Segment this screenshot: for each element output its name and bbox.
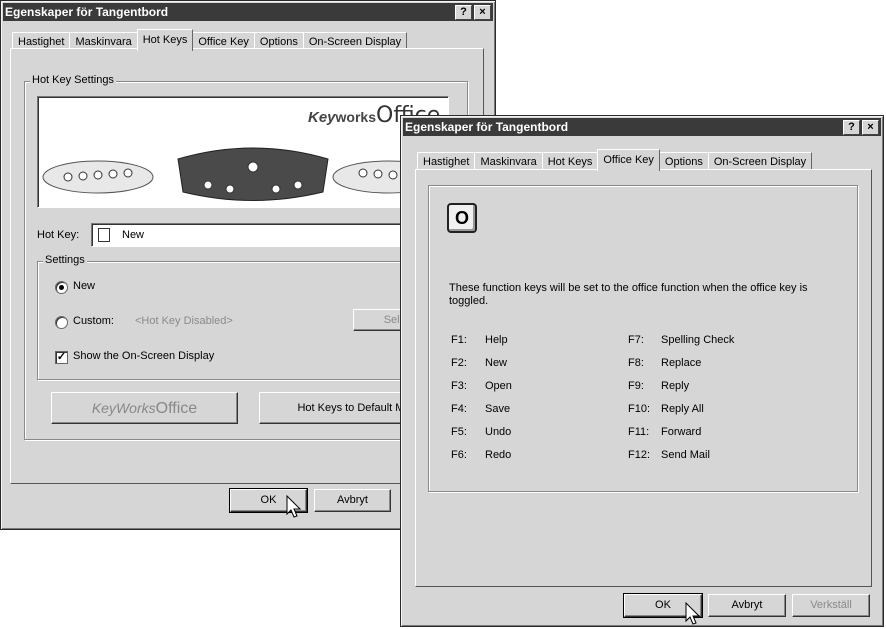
keyboard-key bbox=[373, 169, 383, 179]
keyworks-works-text: Works bbox=[115, 400, 156, 416]
keyboard-key bbox=[108, 169, 118, 179]
close-button[interactable]: × bbox=[862, 120, 879, 135]
hot-key-value: New bbox=[122, 229, 145, 241]
fkey-action: Redo bbox=[485, 449, 512, 461]
keyworks-key-text: Key bbox=[91, 400, 116, 416]
keyboard-banner-image: KeyworksOffice bbox=[37, 96, 449, 208]
fkey-key: F3: bbox=[451, 380, 467, 392]
show-osd-checkbox[interactable]: ✓ bbox=[55, 351, 68, 364]
hot-key-field[interactable]: New bbox=[91, 223, 449, 247]
show-osd-label: Show the On-Screen Display bbox=[73, 350, 215, 362]
back-ok-label: OK bbox=[260, 494, 277, 506]
front-window-title: Egenskaper för Tangentbord bbox=[405, 120, 569, 134]
back-cancel-label: Avbryt bbox=[337, 494, 368, 506]
front-apply-label: Verkställ bbox=[810, 599, 852, 611]
front-apply-button[interactable]: Verkställ bbox=[792, 594, 870, 617]
radio-custom[interactable] bbox=[55, 316, 68, 329]
fkey-action: Replace bbox=[661, 357, 702, 369]
fkey-key: F6: bbox=[451, 449, 467, 461]
keyboard-key bbox=[271, 184, 281, 194]
keyboard-key bbox=[123, 168, 133, 178]
fkey-key: F12: bbox=[628, 449, 651, 461]
mouse-cursor-icon bbox=[286, 495, 302, 518]
office-key-icon: O bbox=[447, 203, 477, 233]
close-button[interactable]: × bbox=[474, 5, 491, 20]
back-cancel-button[interactable]: Avbryt bbox=[314, 489, 391, 512]
keyworks-office-text: ffice bbox=[168, 400, 198, 417]
keyboard-key bbox=[358, 168, 368, 178]
office-key-glyph: O bbox=[454, 208, 469, 228]
fkey-key: F5: bbox=[451, 426, 467, 438]
help-button[interactable]: ? bbox=[455, 5, 472, 20]
fkey-action: Forward bbox=[661, 426, 702, 438]
custom-hot-key-value: <Hot Key Disabled> bbox=[135, 315, 233, 327]
keyboard-key bbox=[225, 184, 235, 194]
keyboard-center-panel bbox=[177, 147, 329, 201]
fkey-key: F4: bbox=[451, 403, 467, 415]
radio-custom-label: Custom: bbox=[73, 315, 114, 327]
help-button[interactable]: ? bbox=[843, 120, 860, 135]
fkey-key: F2: bbox=[451, 357, 467, 369]
fkey-key: F1: bbox=[451, 334, 467, 346]
back-tab-strip: Hastighet Maskinvara Hot Keys Office Key… bbox=[12, 28, 408, 51]
fkey-action: Send Mail bbox=[661, 449, 710, 461]
keyboard-key bbox=[63, 172, 73, 182]
front-ok-label: OK bbox=[655, 599, 671, 611]
keyboard-key bbox=[293, 180, 303, 190]
fkey-key: F11: bbox=[628, 426, 650, 438]
radio-new[interactable] bbox=[55, 281, 68, 294]
fkey-action: Help bbox=[485, 334, 508, 346]
office-key-description: These function keys will be set to the o… bbox=[449, 282, 808, 307]
fkey-key: F7: bbox=[628, 334, 644, 346]
front-dialog-window: Egenskaper för Tangentbord ? × Hastighet… bbox=[400, 115, 884, 627]
keyboard-illustration bbox=[42, 147, 444, 201]
tab-hot-keys[interactable]: Hot Keys bbox=[136, 29, 194, 51]
fkey-key: F9: bbox=[628, 380, 644, 392]
keyworks-o-glyph: O bbox=[155, 400, 169, 417]
keyboard-key bbox=[203, 180, 213, 190]
fkey-action: Reply bbox=[661, 380, 690, 392]
front-tab-panel: O These function keys will be set to the… bbox=[415, 169, 872, 587]
fkey-key: F8: bbox=[628, 357, 644, 369]
back-title-bar[interactable]: Egenskaper för Tangentbord ? × bbox=[3, 3, 493, 21]
hot-keys-default-mode-label: Hot Keys to Default Mo bbox=[297, 402, 411, 414]
fkey-action: Save bbox=[485, 403, 511, 415]
keyworks-office-button[interactable]: KeyWorksOffice bbox=[51, 392, 238, 424]
mouse-cursor-icon bbox=[685, 602, 701, 625]
front-cancel-label: Avbryt bbox=[731, 599, 763, 611]
back-window-title: Egenskaper för Tangentbord bbox=[5, 5, 169, 19]
fkey-action: Spelling Check bbox=[661, 334, 735, 346]
hot-key-label: Hot Key: bbox=[37, 229, 80, 241]
keyboard-key bbox=[93, 170, 103, 180]
fkey-action: New bbox=[485, 357, 508, 369]
document-icon bbox=[98, 228, 110, 242]
tab-office-key[interactable]: Office Key bbox=[597, 149, 660, 171]
front-title-bar[interactable]: Egenskaper för Tangentbord ? × bbox=[403, 118, 881, 136]
settings-label: Settings bbox=[43, 254, 87, 266]
radio-new-label: New bbox=[73, 280, 96, 292]
keyboard-key bbox=[247, 161, 259, 173]
fkey-action: Open bbox=[485, 380, 512, 392]
front-cancel-button[interactable]: Avbryt bbox=[708, 594, 786, 617]
fkey-action: Undo bbox=[485, 426, 512, 438]
keyboard-key bbox=[388, 170, 398, 180]
fkey-action: Reply All bbox=[661, 403, 704, 415]
fkey-key: F10: bbox=[628, 403, 651, 415]
keyboard-key bbox=[78, 171, 88, 181]
front-tab-strip: Hastighet Maskinvara Hot Keys Office Key… bbox=[417, 148, 813, 171]
hot-key-settings-label: Hot Key Settings bbox=[30, 74, 116, 86]
